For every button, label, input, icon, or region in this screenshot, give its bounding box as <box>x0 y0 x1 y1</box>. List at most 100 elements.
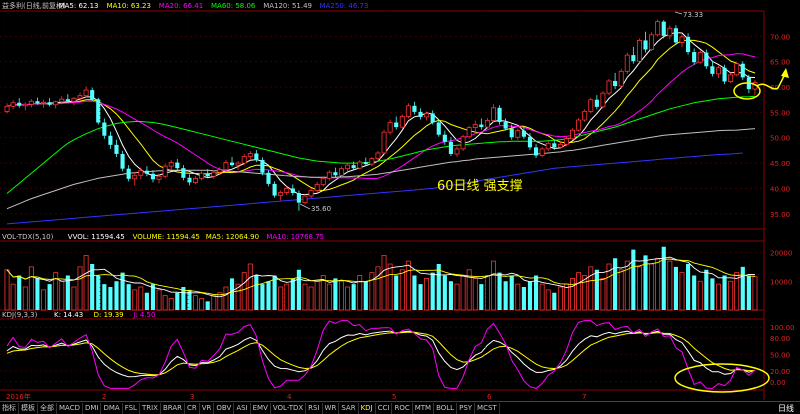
volume-bar <box>302 283 308 311</box>
volume-bar <box>673 266 678 310</box>
candle-body <box>126 168 131 179</box>
volume-bar <box>728 280 734 311</box>
candle-body <box>636 40 642 62</box>
volume-bar <box>217 292 223 311</box>
indicator-tab-asi[interactable]: ASI <box>234 402 251 414</box>
indicator-tab-mcst[interactable]: MCST <box>475 402 500 414</box>
volume-bar <box>686 264 691 310</box>
indicator-tab-cci[interactable]: CCI <box>376 402 393 414</box>
volume-bar <box>168 298 174 311</box>
volume-bar <box>132 289 138 311</box>
candle-body <box>673 28 678 43</box>
volume-bar <box>588 266 594 311</box>
indicator-tab-roc[interactable]: ROC <box>392 402 413 414</box>
indicator-tab-macd[interactable]: MACD <box>57 402 83 414</box>
indicator-tab-brar[interactable]: BRAR <box>161 402 185 414</box>
volume-bar <box>120 272 125 310</box>
indicator-tab-dmi[interactable]: DMI <box>83 402 102 414</box>
candle-body <box>83 89 89 97</box>
indicator-tab-指标[interactable]: 指标 <box>0 402 19 414</box>
volume-bar <box>752 276 758 311</box>
candle-body <box>600 92 606 108</box>
candle-body <box>697 52 703 63</box>
indicator-tab-dma[interactable]: DMA <box>101 402 123 414</box>
candle-body <box>460 136 466 150</box>
volume-bar <box>272 275 277 310</box>
indicator-tab-vr[interactable]: VR <box>200 402 215 414</box>
volume-bar <box>655 257 661 311</box>
candle <box>600 91 606 109</box>
indicator-tab-fsl[interactable]: FSL <box>123 402 140 414</box>
low-price-label: 35.60 <box>311 205 331 213</box>
candle-body <box>357 161 363 169</box>
date-tick-label: 3 <box>190 393 194 401</box>
volume-bar <box>618 269 624 311</box>
indicator-tab-trix[interactable]: TRIX <box>140 402 161 414</box>
indicator-tab-rsi[interactable]: RSI <box>306 402 323 414</box>
volume-bar <box>722 275 727 310</box>
candle-body <box>22 103 28 107</box>
volume-bar <box>175 292 180 310</box>
candle-body <box>266 172 271 184</box>
candle-body <box>740 63 745 78</box>
volume-bar <box>394 275 399 310</box>
candle-body <box>102 122 107 136</box>
candle-body <box>412 105 417 112</box>
candle-body <box>290 188 295 194</box>
candle-body <box>381 131 387 154</box>
volume-bar <box>697 280 703 311</box>
candle <box>399 114 405 129</box>
indicator-tab-mtm[interactable]: MTM <box>413 402 435 414</box>
indicator-tab-sar[interactable]: SAR <box>339 402 359 414</box>
candle-body <box>351 165 356 169</box>
volume-bar <box>746 275 751 310</box>
panel-header-item: MA20: 66.41 <box>159 2 203 10</box>
volume-bar <box>442 275 447 310</box>
volume-bar <box>631 249 636 310</box>
indicator-tab-kdj[interactable]: KDJ <box>359 402 376 414</box>
volume-tick-label: 10000 <box>770 278 792 286</box>
indicator-tab-全部[interactable]: 全部 <box>38 402 57 414</box>
candle-body <box>661 21 666 36</box>
indicator-tab-obv[interactable]: OBV <box>214 402 235 414</box>
candle-body <box>229 162 235 166</box>
stock-chart[interactable]: 70.00 65.00 6 0.00 55.00 50.00 45.00 40.00 35.00… <box>0 0 800 413</box>
candle-body <box>716 67 721 75</box>
indicator-tab-wr[interactable]: WR <box>323 402 340 414</box>
volume-bar <box>515 283 521 311</box>
indicator-tab-psy[interactable]: PSY <box>457 402 476 414</box>
volume-bar <box>509 275 514 310</box>
indicator-tab-emv[interactable]: EMV <box>251 402 271 414</box>
candle-body <box>728 74 734 82</box>
volume-bar <box>339 280 344 311</box>
candle-body <box>576 119 582 131</box>
candle-body <box>734 63 740 76</box>
candle <box>655 19 661 37</box>
indicator-tab-模板[interactable]: 模板 <box>19 402 38 414</box>
volume-bar <box>193 295 199 311</box>
candle-body <box>326 171 332 179</box>
candle-body <box>181 168 186 178</box>
candle-body <box>193 177 199 183</box>
candle-body <box>545 142 551 150</box>
volume-bar <box>4 269 10 311</box>
support-annotation: 60日线 强支撑 <box>437 179 523 194</box>
candle <box>649 32 655 52</box>
indicator-tab-boll[interactable]: BOLL <box>434 402 458 414</box>
volume-bar <box>557 286 563 311</box>
period-label[interactable]: 日线 <box>778 403 800 414</box>
candle-body <box>90 90 95 100</box>
candle-body <box>424 113 430 118</box>
high-price-label: 73.33 <box>683 11 703 19</box>
candle-body <box>17 102 22 106</box>
indicator-tab-cr[interactable]: CR <box>185 402 200 414</box>
indicator-tab-vol-tdx[interactable]: VOL-TDX <box>271 402 307 414</box>
candle-body <box>606 80 612 94</box>
price-tick-label: 55.00 <box>770 109 790 117</box>
candle-body <box>418 111 423 117</box>
candle-body <box>533 147 539 156</box>
volume-bar <box>424 277 430 311</box>
candle-body <box>47 102 52 105</box>
candle-body <box>521 130 526 137</box>
panel-header-item: J: 4.50 <box>132 311 155 319</box>
